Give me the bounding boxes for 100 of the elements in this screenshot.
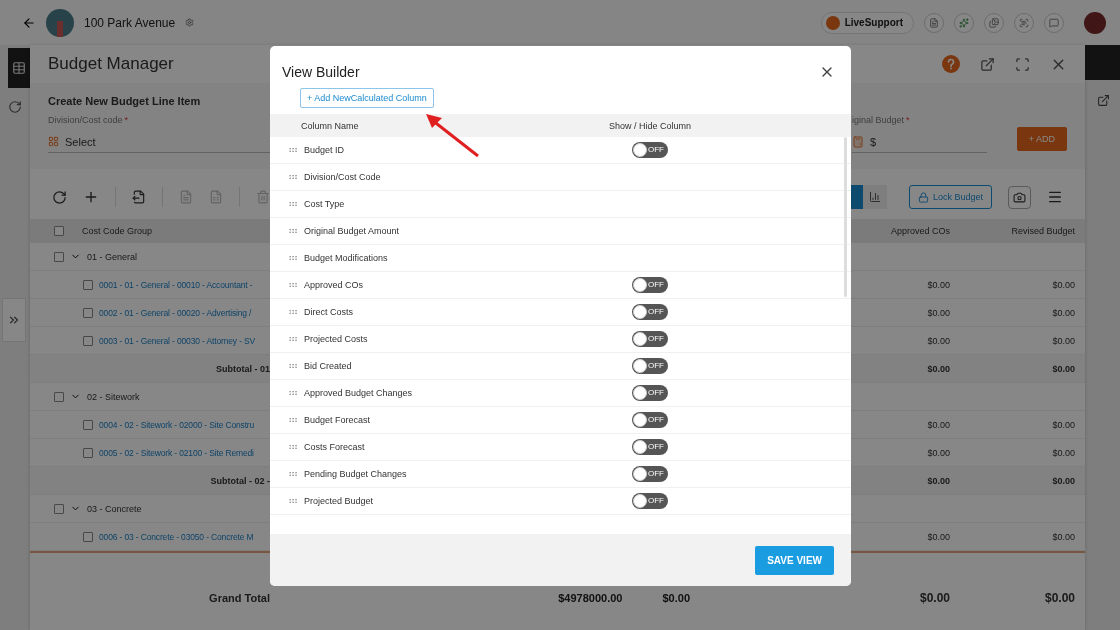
live-support-button[interactable]: LiveSupport	[820, 11, 914, 34]
table-cell-text: $0.00	[927, 419, 951, 430]
column-header: Cost Code Group	[82, 226, 153, 236]
checkbox[interactable]	[83, 531, 93, 542]
spreadsheet-icon[interactable]	[209, 190, 223, 204]
images-icon[interactable]	[984, 12, 1004, 33]
drag-handle-icon[interactable]	[288, 226, 298, 236]
project-name[interactable]: 100 Park Avenue	[84, 15, 176, 30]
toggle-switch[interactable]: OFF	[632, 385, 668, 401]
column-name: Bid Created	[304, 361, 352, 371]
drag-handle-icon[interactable]	[288, 442, 298, 452]
grid-icon	[48, 136, 59, 147]
checkbox[interactable]	[54, 226, 64, 236]
external-link-icon[interactable]	[1097, 94, 1110, 107]
toggle-switch[interactable]: OFF	[632, 304, 668, 320]
field-label: Division/Cost code	[48, 115, 123, 125]
support-icon	[825, 15, 840, 30]
drag-handle-icon[interactable]	[288, 469, 298, 479]
table-cell-text: $0.00	[927, 363, 951, 374]
cost-code-link[interactable]: 0003 - 01 - General - 00030 - Attorney - SV	[99, 335, 256, 346]
refresh-icon[interactable]	[52, 189, 67, 205]
table-cell-text: $0.00	[1052, 419, 1076, 430]
fullscreen-icon[interactable]	[1015, 56, 1030, 72]
column-name: Approved COs	[304, 280, 364, 290]
app-icon[interactable]	[8, 48, 30, 88]
toggle-switch[interactable]: OFF	[632, 439, 668, 455]
cost-code-link[interactable]: 0006 - 03 - Concrete - 03050 - Concrete M	[99, 531, 254, 542]
column-name: Budget Modifications	[304, 253, 388, 263]
drag-handle-icon[interactable]	[288, 280, 298, 290]
checkbox[interactable]	[54, 391, 64, 402]
drag-handle-icon[interactable]	[288, 415, 298, 425]
column-name: Approved Budget Changes	[304, 388, 413, 398]
table-cell-text: $0.00	[1052, 447, 1076, 458]
menu-icon[interactable]	[1047, 189, 1063, 205]
drag-handle-icon[interactable]	[288, 388, 298, 398]
checkbox[interactable]	[83, 307, 93, 318]
field-label: iginal Budget	[852, 115, 905, 125]
export-icon[interactable]	[132, 190, 146, 204]
drag-handle-icon[interactable]	[288, 172, 298, 182]
subtotal-label: Subtotal - 01	[216, 363, 270, 374]
toggle-switch[interactable]: OFF	[632, 358, 668, 374]
column-name: Budget Forecast	[304, 415, 371, 425]
scan-icon[interactable]	[1014, 12, 1034, 33]
chat-icon[interactable]	[1044, 12, 1064, 33]
toggle-switch[interactable]: OFF	[632, 493, 668, 509]
checkbox[interactable]	[54, 503, 64, 514]
drag-handle-icon[interactable]	[288, 307, 298, 317]
save-view-button[interactable]: SAVE VIEW	[755, 545, 834, 575]
annotation-arrow	[424, 112, 480, 158]
trash-icon[interactable]	[256, 190, 270, 204]
cost-code-link[interactable]: 0001 - 01 - General - 00010 - Accountant -	[99, 279, 253, 290]
drag-handle-icon[interactable]	[288, 253, 298, 263]
column-name: Division/Cost Code	[304, 172, 381, 182]
column-name: Costs Forecast	[304, 442, 365, 452]
drag-handle-icon[interactable]	[288, 496, 298, 506]
subtotal-label: Subtotal - 02 -	[210, 475, 270, 486]
add-column-button[interactable]: + Add NewCalculated Column	[300, 88, 434, 108]
toggle-switch[interactable]: OFF	[632, 277, 668, 293]
column-name: Direct Costs	[304, 307, 353, 317]
table-cell: $4978000.00	[558, 592, 623, 604]
drag-handle-icon[interactable]	[288, 145, 298, 155]
document-icon[interactable]	[924, 12, 944, 33]
toggle-switch[interactable]: OFF	[632, 412, 668, 428]
toggle-switch[interactable]: OFF	[632, 142, 668, 158]
lock-budget-button[interactable]: Lock Budget	[908, 185, 992, 209]
table-cell: $0.00	[662, 592, 690, 604]
back-icon[interactable]	[22, 15, 36, 30]
column-header: Approved COs	[890, 226, 951, 236]
table-cell-text: $0.00	[1052, 307, 1076, 318]
checkbox[interactable]	[54, 251, 64, 262]
user-avatar[interactable]	[1084, 11, 1106, 34]
scrollbar[interactable]	[844, 137, 847, 297]
add-icon[interactable]	[83, 189, 99, 205]
help-icon[interactable]	[942, 55, 960, 73]
camera-icon[interactable]	[1008, 185, 1031, 209]
lock-icon	[917, 191, 929, 203]
column-name: Projected Budget	[304, 496, 374, 506]
cost-code-link[interactable]: 0005 - 02 - Sitework - 02100 - Site Remedi	[99, 447, 254, 458]
cost-code-link[interactable]: 0002 - 01 - General - 00020 - Advertising /	[99, 307, 252, 318]
checkbox[interactable]	[83, 335, 93, 346]
dialog-title: View Builder	[282, 64, 360, 80]
table-cell-text: $0.00	[1052, 363, 1076, 374]
expand-button[interactable]	[2, 298, 26, 342]
table-cell-text: $0.00	[927, 335, 951, 346]
toggle-switch[interactable]: OFF	[632, 466, 668, 482]
chart-icon[interactable]	[862, 185, 887, 209]
sparkle-icon[interactable]	[954, 12, 974, 33]
checkbox[interactable]	[83, 419, 93, 430]
checkbox[interactable]	[83, 279, 93, 290]
external-link-icon[interactable]	[980, 56, 995, 72]
drag-handle-icon[interactable]	[288, 361, 298, 371]
budget-input[interactable]: $	[852, 131, 987, 153]
toggle-switch[interactable]: OFF	[632, 331, 668, 347]
cost-code-link[interactable]: 0004 - 02 - Sitework - 02000 - Site Constru	[99, 419, 255, 430]
required-mark: *	[906, 115, 910, 125]
pdf-icon[interactable]	[179, 190, 193, 204]
drag-handle-icon[interactable]	[288, 199, 298, 209]
drag-handle-icon[interactable]	[288, 334, 298, 344]
checkbox[interactable]	[83, 447, 93, 458]
add-button[interactable]: + ADD	[1017, 127, 1067, 151]
